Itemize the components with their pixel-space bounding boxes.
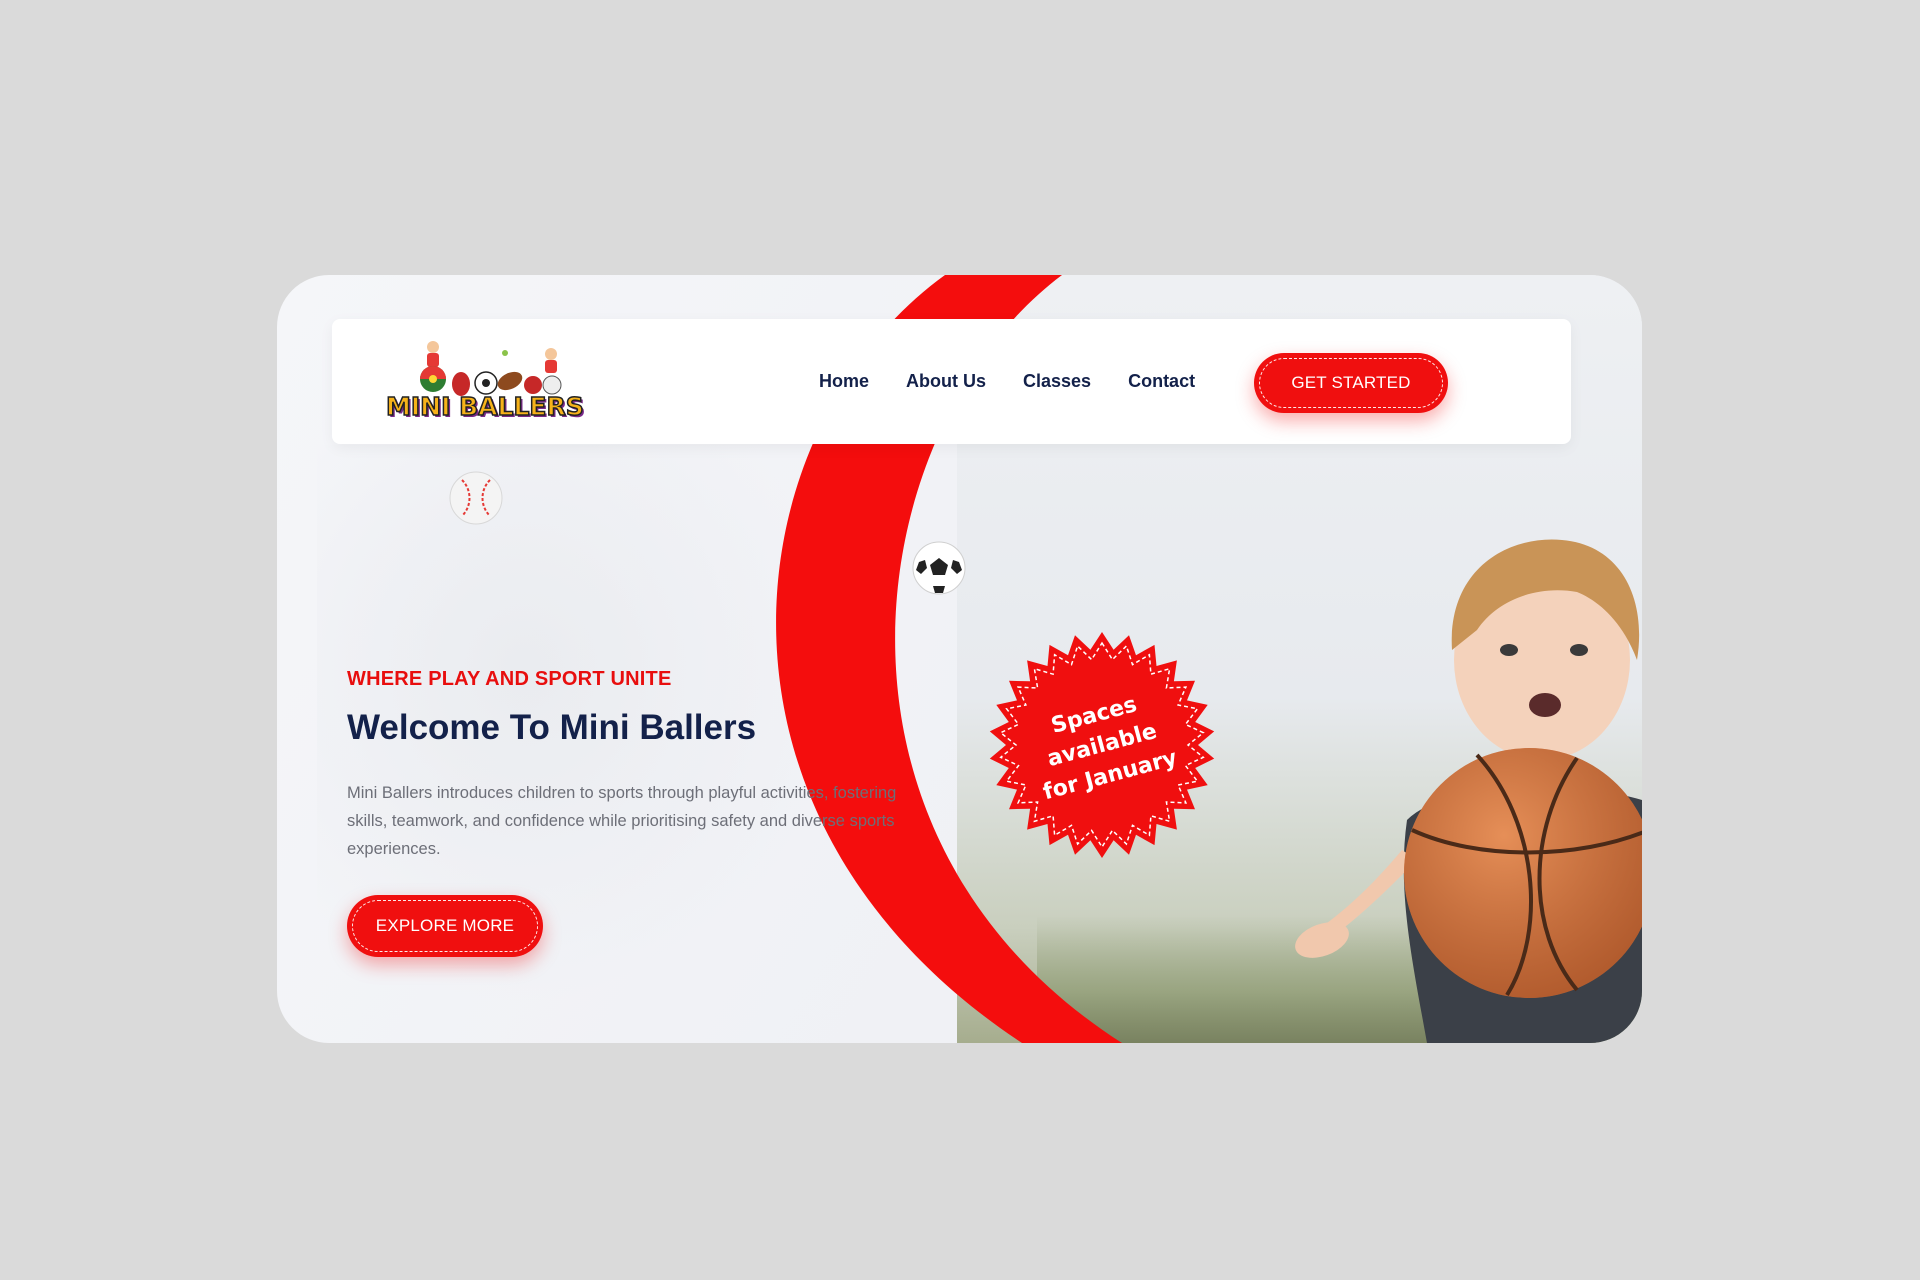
get-started-label: GET STARTED [1291, 373, 1411, 392]
child-with-basketball-photo [1295, 539, 1642, 1043]
nav-about-us[interactable]: About Us [906, 371, 986, 392]
nav-classes[interactable]: Classes [1023, 371, 1091, 392]
site-header: MINI BALLERS Home About Us Classes Conta… [332, 319, 1571, 444]
mini-ballers-logo[interactable]: MINI BALLERS [385, 337, 596, 427]
hero-title: Welcome To Mini Ballers [347, 708, 757, 747]
nav-home[interactable]: Home [819, 371, 869, 392]
main-nav: Home About Us Classes Contact [819, 319, 1195, 444]
baseball-icon [449, 471, 503, 525]
nav-contact[interactable]: Contact [1128, 371, 1195, 392]
explore-more-label: EXPLORE MORE [375, 916, 515, 935]
hero-description: Mini Ballers introduces children to spor… [347, 784, 897, 858]
get-started-button[interactable]: GET STARTED [1254, 353, 1448, 413]
soccer-ball-icon [912, 541, 966, 595]
spaces-available-badge: Spaces available for January [987, 630, 1217, 860]
hero-card: MINI BALLERS Home About Us Classes Conta… [277, 275, 1642, 1043]
logo-wordmark: MINI BALLERS [385, 391, 584, 422]
hero-eyebrow: WHERE PLAY AND SPORT UNITE [347, 668, 672, 690]
explore-more-button[interactable]: EXPLORE MORE [347, 895, 543, 957]
